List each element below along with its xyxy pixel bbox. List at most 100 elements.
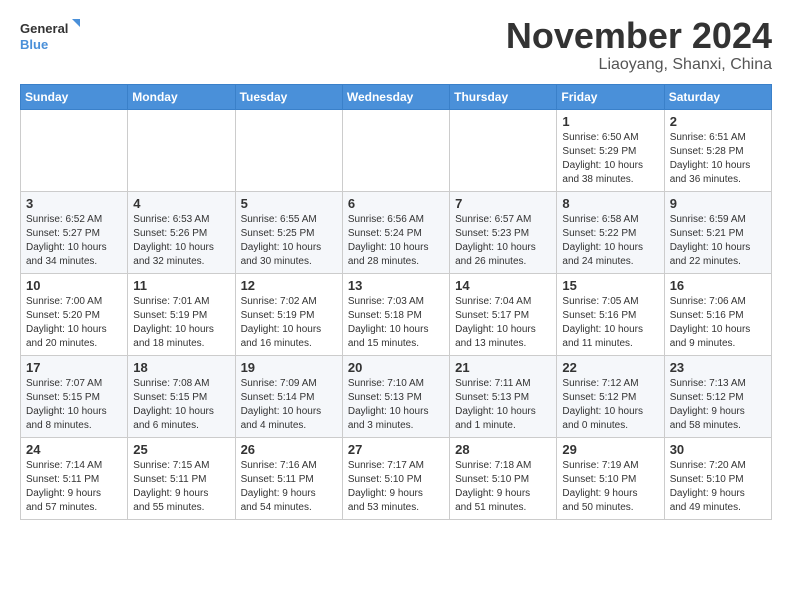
table-row [128, 109, 235, 191]
day-info: Sunrise: 7:09 AM Sunset: 5:14 PM Dayligh… [241, 377, 337, 433]
header: General Blue November 2024 Liaoyang, Sha… [20, 16, 772, 74]
table-row: 6Sunrise: 6:56 AM Sunset: 5:24 PM Daylig… [342, 191, 449, 273]
day-info: Sunrise: 7:06 AM Sunset: 5:16 PM Dayligh… [670, 295, 766, 351]
day-number: 5 [241, 196, 337, 211]
table-row: 15 Sunrise: 7:05 AM Sunset: 5:16 PM Dayli… [557, 273, 664, 355]
table-row: 5 Sunrise: 6:55 AM Sunset: 5:25 PM Daylig… [235, 191, 342, 273]
day-info: Sunrise: 7:04 AM Sunset: 5:17 PM Dayligh… [455, 295, 551, 351]
svg-text:Blue: Blue [20, 37, 48, 52]
table-row: 25Sunrise: 7:15 AM Sunset: 5:11 PM Dayli… [128, 437, 235, 519]
table-row: 13 Sunrise: 7:03 AM Sunset: 5:18 PM Dayli… [342, 273, 449, 355]
table-row: 10 Sunrise: 7:00 AM Sunset: 5:20 PM Dayli… [21, 273, 128, 355]
header-tuesday: Tuesday [235, 84, 342, 109]
calendar-week-row: 24Sunrise: 7:14 AM Sunset: 5:11 PM Dayli… [21, 437, 772, 519]
table-row: 2 Sunrise: 6:51 AM Sunset: 5:28 PM Daylig… [664, 109, 771, 191]
page: General Blue November 2024 Liaoyang, Sha… [0, 0, 792, 530]
table-row: 4Sunrise: 6:53 AM Sunset: 5:26 PM Daylig… [128, 191, 235, 273]
svg-text:General: General [20, 21, 68, 36]
header-sunday: Sunday [21, 84, 128, 109]
day-number: 14 [455, 278, 551, 293]
day-info: Sunrise: 7:11 AM Sunset: 5:13 PM Dayligh… [455, 377, 551, 433]
logo: General Blue [20, 16, 80, 54]
day-number: 21 [455, 360, 551, 375]
table-row: 8 Sunrise: 6:58 AM Sunset: 5:22 PM Daylig… [557, 191, 664, 273]
table-row: 12 Sunrise: 7:02 AM Sunset: 5:19 PM Dayli… [235, 273, 342, 355]
day-info: Sunrise: 6:58 AM Sunset: 5:22 PM Dayligh… [562, 213, 658, 269]
day-info: Sunrise: 7:13 AM Sunset: 5:12 PM Dayligh… [670, 377, 766, 433]
day-info: Sunrise: 6:51 AM Sunset: 5:28 PM Dayligh… [670, 131, 766, 187]
day-number: 10 [26, 278, 122, 293]
logo-svg: General Blue [20, 16, 80, 54]
day-number: 27 [348, 442, 444, 457]
day-number: 13 [348, 278, 444, 293]
table-row: 30Sunrise: 7:20 AM Sunset: 5:10 PM Dayli… [664, 437, 771, 519]
table-row: 9 Sunrise: 6:59 AM Sunset: 5:21 PM Daylig… [664, 191, 771, 273]
day-info: Sunrise: 6:55 AM Sunset: 5:25 PM Dayligh… [241, 213, 337, 269]
day-info: Sunrise: 7:05 AM Sunset: 5:16 PM Dayligh… [562, 295, 658, 351]
day-number: 11 [133, 278, 229, 293]
day-number: 29 [562, 442, 658, 457]
day-info: Sunrise: 6:52 AM Sunset: 5:27 PM Dayligh… [26, 213, 122, 269]
location: Liaoyang, Shanxi, China [506, 56, 772, 74]
day-number: 15 [562, 278, 658, 293]
table-row: 28 Sunrise: 7:18 AM Sunset: 5:10 PM Dayli… [450, 437, 557, 519]
day-info: Sunrise: 7:07 AM Sunset: 5:15 PM Dayligh… [26, 377, 122, 433]
table-row: 21 Sunrise: 7:11 AM Sunset: 5:13 PM Dayli… [450, 355, 557, 437]
day-number: 26 [241, 442, 337, 457]
day-info: Sunrise: 7:00 AM Sunset: 5:20 PM Dayligh… [26, 295, 122, 351]
header-wednesday: Wednesday [342, 84, 449, 109]
day-info: Sunrise: 7:08 AM Sunset: 5:15 PM Dayligh… [133, 377, 229, 433]
day-info: Sunrise: 7:19 AM Sunset: 5:10 PM Dayligh… [562, 459, 658, 515]
day-number: 3 [26, 196, 122, 211]
calendar-week-row: 17 Sunrise: 7:07 AM Sunset: 5:15 PM Dayli… [21, 355, 772, 437]
day-number: 23 [670, 360, 766, 375]
table-row [21, 109, 128, 191]
day-info: Sunrise: 6:59 AM Sunset: 5:21 PM Dayligh… [670, 213, 766, 269]
day-number: 17 [26, 360, 122, 375]
day-number: 28 [455, 442, 551, 457]
day-info: Sunrise: 7:16 AM Sunset: 5:11 PM Dayligh… [241, 459, 337, 515]
day-info: Sunrise: 6:50 AM Sunset: 5:29 PM Dayligh… [562, 131, 658, 187]
table-row: 14 Sunrise: 7:04 AM Sunset: 5:17 PM Dayli… [450, 273, 557, 355]
table-row: 11 Sunrise: 7:01 AM Sunset: 5:19 PM Dayli… [128, 273, 235, 355]
day-info: Sunrise: 6:57 AM Sunset: 5:23 PM Dayligh… [455, 213, 551, 269]
day-info: Sunrise: 7:01 AM Sunset: 5:19 PM Dayligh… [133, 295, 229, 351]
day-number: 20 [348, 360, 444, 375]
header-saturday: Saturday [664, 84, 771, 109]
table-row: 23 Sunrise: 7:13 AM Sunset: 5:12 PM Dayli… [664, 355, 771, 437]
day-number: 1 [562, 114, 658, 129]
day-info: Sunrise: 7:18 AM Sunset: 5:10 PM Dayligh… [455, 459, 551, 515]
day-number: 16 [670, 278, 766, 293]
day-info: Sunrise: 7:12 AM Sunset: 5:12 PM Dayligh… [562, 377, 658, 433]
calendar-week-row: 3 Sunrise: 6:52 AM Sunset: 5:27 PM Daylig… [21, 191, 772, 273]
day-info: Sunrise: 7:15 AM Sunset: 5:11 PM Dayligh… [133, 459, 229, 515]
table-row: 7 Sunrise: 6:57 AM Sunset: 5:23 PM Daylig… [450, 191, 557, 273]
table-row: 26 Sunrise: 7:16 AM Sunset: 5:11 PM Dayli… [235, 437, 342, 519]
day-info: Sunrise: 6:53 AM Sunset: 5:26 PM Dayligh… [133, 213, 229, 269]
day-number: 2 [670, 114, 766, 129]
calendar-week-row: 10 Sunrise: 7:00 AM Sunset: 5:20 PM Dayli… [21, 273, 772, 355]
day-number: 22 [562, 360, 658, 375]
day-info: Sunrise: 7:03 AM Sunset: 5:18 PM Dayligh… [348, 295, 444, 351]
day-number: 18 [133, 360, 229, 375]
table-row: 3 Sunrise: 6:52 AM Sunset: 5:27 PM Daylig… [21, 191, 128, 273]
day-number: 12 [241, 278, 337, 293]
day-number: 8 [562, 196, 658, 211]
table-row [235, 109, 342, 191]
table-row: 19 Sunrise: 7:09 AM Sunset: 5:14 PM Dayli… [235, 355, 342, 437]
day-number: 9 [670, 196, 766, 211]
header-friday: Friday [557, 84, 664, 109]
day-info: Sunrise: 6:56 AM Sunset: 5:24 PM Dayligh… [348, 213, 444, 269]
day-number: 19 [241, 360, 337, 375]
calendar-table: Sunday Monday Tuesday Wednesday Thursday… [20, 84, 772, 520]
weekday-header-row: Sunday Monday Tuesday Wednesday Thursday… [21, 84, 772, 109]
day-number: 30 [670, 442, 766, 457]
header-monday: Monday [128, 84, 235, 109]
table-row: 22 Sunrise: 7:12 AM Sunset: 5:12 PM Dayli… [557, 355, 664, 437]
table-row: 20Sunrise: 7:10 AM Sunset: 5:13 PM Dayli… [342, 355, 449, 437]
day-info: Sunrise: 7:02 AM Sunset: 5:19 PM Dayligh… [241, 295, 337, 351]
table-row: 29 Sunrise: 7:19 AM Sunset: 5:10 PM Dayli… [557, 437, 664, 519]
table-row: 24Sunrise: 7:14 AM Sunset: 5:11 PM Dayli… [21, 437, 128, 519]
day-info: Sunrise: 7:17 AM Sunset: 5:10 PM Dayligh… [348, 459, 444, 515]
day-number: 7 [455, 196, 551, 211]
